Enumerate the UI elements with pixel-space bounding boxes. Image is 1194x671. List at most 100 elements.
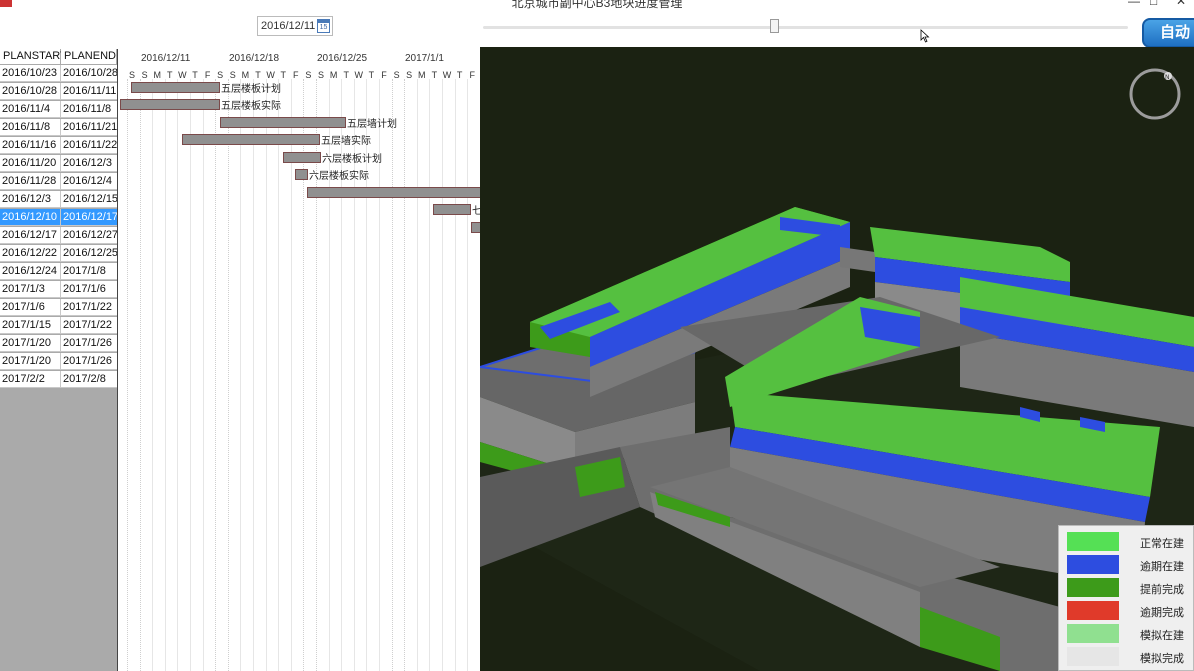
schedule-table: 2016/10/23 2016/10/28 2016/10/28 2016/11/11… [0,65,117,671]
day-label: T [192,70,198,80]
table-row[interactable]: 2016/10/23 2016/10/28 [0,65,117,83]
legend-item: 模拟在建 [1067,624,1194,646]
table-row[interactable]: 2017/1/15 2017/1/22 [0,317,117,335]
table-row[interactable]: 2016/11/20 2016/12/3 [0,155,117,173]
gantt-gridline [303,79,305,671]
table-row[interactable]: 2017/2/2 2017/2/8 [0,371,117,389]
gantt-bar[interactable] [182,134,320,145]
gantt-gridline [379,79,380,671]
gantt-gridline [278,79,280,671]
week-label: 2016/12/25 [317,53,368,64]
legend-label: 模拟完成 [1140,653,1184,665]
date-picker[interactable]: 2016/12/11 15 [257,16,333,36]
day-label: S [229,70,236,80]
calendar-icon[interactable]: 15 [317,19,330,33]
day-label: S [128,70,135,80]
legend-swatch [1067,647,1119,666]
legend-label: 提前完成 [1140,584,1184,596]
timeline-slider-track[interactable] [483,26,1128,29]
calendar-day: 15 [319,24,328,31]
column-header-planstart[interactable]: PLANSTART [0,49,67,65]
close-icon[interactable]: ✕ [1176,0,1186,8]
gantt-bar[interactable] [307,187,480,198]
gantt-gridline [227,79,229,671]
planstart-cell: 2016/10/28 [0,83,61,100]
minimize-icon[interactable]: — [1128,0,1140,8]
planend-cell: 2017/1/8 [61,263,117,280]
table-row[interactable]: 2017/1/20 2017/1/26 [0,353,117,371]
window-title: 北京城市副中心B3地块进度管理 [511,0,683,10]
table-row[interactable]: 2016/11/16 2016/11/22 [0,137,117,155]
day-label: T [167,70,173,80]
planstart-cell: 2016/12/17 [0,227,61,244]
day-label: T [280,70,286,80]
column-header-planend[interactable]: PLANEND [61,49,117,65]
gantt-bar-label: 五层墙实际 [321,136,371,147]
day-label: S [317,70,324,80]
table-row[interactable]: 2016/10/28 2016/11/11 [0,83,117,101]
gantt-chart[interactable]: S S M T W T F S S M T W T F S S M T W T F S S M T W T F 2016/12/11 20… [117,49,480,671]
planstart-cell: 2016/11/20 [0,155,61,172]
week-label: 2016/12/11 [141,53,191,64]
title-bar: 北京城市副中心B3地块进度管理 — □ ✕ [0,0,1194,12]
status-legend: 正常在建 逾期在建 提前完成 逾期完成 模拟在建 模拟完成 [1058,525,1194,671]
gantt-gridline [177,79,179,671]
table-row[interactable]: 2017/1/3 2017/1/6 [0,281,117,299]
legend-swatch [1067,578,1119,597]
planend-cell: 2017/2/8 [61,371,117,388]
table-row[interactable]: 2017/1/6 2017/1/22 [0,299,117,317]
planstart-cell: 2016/12/10 [0,209,61,226]
planend-cell: 2016/11/21 [61,119,117,136]
compass-icon[interactable]: N [1129,68,1181,120]
legend-swatch [1067,555,1119,574]
day-label: F [204,70,211,80]
planstart-cell: 2016/11/16 [0,137,61,154]
maximize-icon[interactable]: □ [1150,0,1157,8]
day-label: W [178,70,187,80]
gantt-bar[interactable] [433,204,471,215]
gantt-gridline [416,79,418,671]
planstart-cell: 2017/1/3 [0,281,61,298]
planend-cell: 2017/1/6 [61,281,117,298]
gantt-bar[interactable] [471,222,480,233]
gantt-gridline [429,79,431,671]
table-row[interactable]: 2016/12/3 2016/12/15 [0,191,117,209]
gantt-bar[interactable] [131,82,220,93]
auto-play-button[interactable]: 自动 [1142,18,1194,48]
day-label: T [431,70,438,80]
table-row[interactable]: 2016/12/17 2016/12/27 [0,227,117,245]
table-row[interactable]: 2017/1/20 2017/1/26 [0,335,117,353]
gantt-bar-label: 七 [472,202,480,217]
gantt-bar[interactable] [295,169,308,180]
table-row[interactable]: 2016/12/22 2016/12/25 [0,245,117,263]
planend-cell: 2017/1/26 [61,335,117,352]
gantt-bar-label: 五层楼板实际 [221,101,281,112]
legend-label: 逾期完成 [1140,607,1184,619]
day-label: T [456,70,463,80]
day-label: W [266,70,275,80]
gantt-bar[interactable] [283,152,321,163]
day-label: S [217,70,224,80]
table-row[interactable]: 2016/12/10 2016/12/17 [0,209,117,227]
planstart-cell: 2016/10/23 [0,65,61,82]
timeline-slider-thumb[interactable] [770,19,779,33]
legend-swatch [1067,601,1119,620]
planstart-cell: 2017/1/15 [0,317,61,334]
gantt-gridline [202,79,204,671]
table-row[interactable]: 2016/11/28 2016/12/4 [0,173,117,191]
day-label: M [418,70,426,80]
day-label: S [141,70,148,80]
table-row[interactable]: 2016/12/24 2017/1/8 [0,263,117,281]
table-row[interactable]: 2016/11/8 2016/11/21 [0,119,117,137]
day-label: T [255,70,261,80]
planstart-cell: 2016/11/4 [0,101,61,118]
day-label: S [305,70,312,80]
gantt-gridline [265,79,267,671]
day-label: W [442,70,452,80]
day-label: T [343,70,349,80]
gantt-bar-label: 六层楼板计划 [322,154,382,165]
table-row[interactable]: 2016/11/4 2016/11/8 [0,101,117,119]
gantt-bar[interactable] [120,99,220,110]
planend-cell: 2016/12/3 [61,155,117,172]
gantt-bar[interactable] [220,117,346,128]
